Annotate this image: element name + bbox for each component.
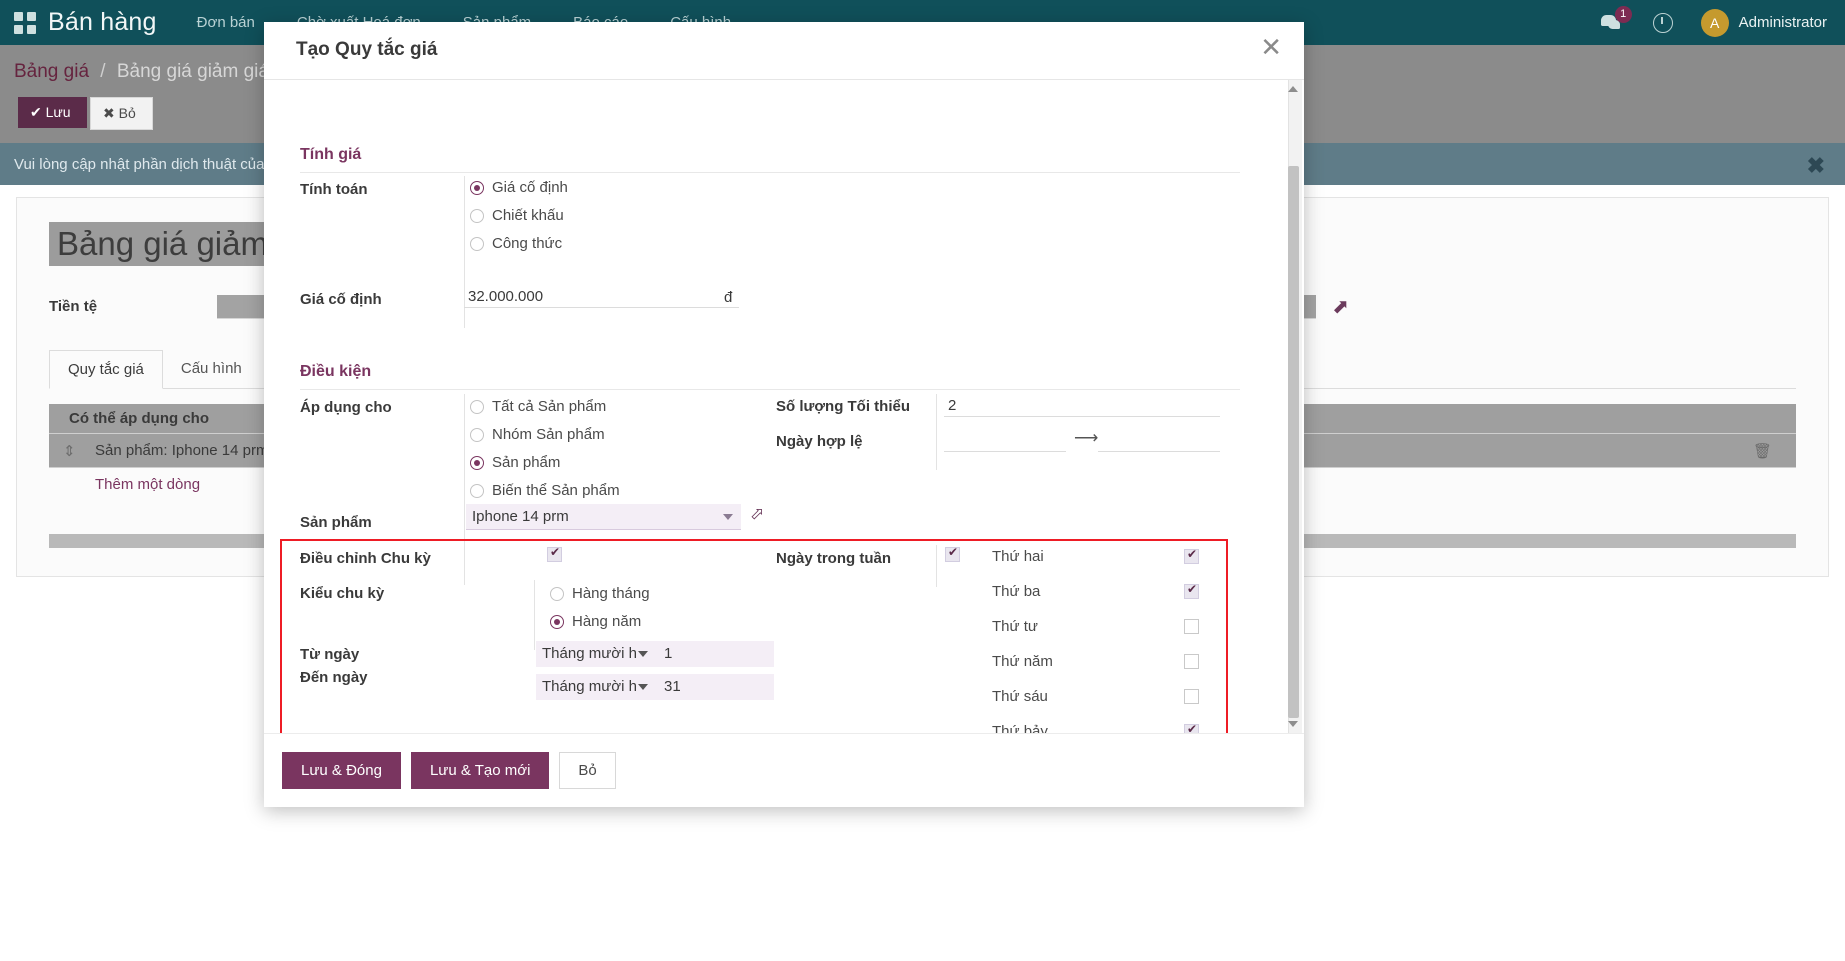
radio-chiet-khau[interactable] [470, 209, 484, 223]
arrow-right-icon: ⟶ [1074, 428, 1098, 448]
cycle-highlight-box [280, 539, 1228, 733]
radio-label-tat-ca-san-pham[interactable]: Tất cả Sản phẩm [492, 398, 606, 415]
radio-san-pham[interactable] [470, 456, 484, 470]
currency-symbol: đ [724, 289, 732, 306]
weekday-label-thu-bay: Thứ bảy [992, 723, 1048, 733]
product-label: Sản phẩm [300, 514, 372, 531]
field-separator-product [464, 508, 465, 548]
weekday-checkbox-thu-tu[interactable] [1184, 619, 1199, 634]
radio-label-gia-co-dinh[interactable]: Giá cố định [492, 179, 568, 196]
weekday-checkbox-thu-sau[interactable] [1184, 689, 1199, 704]
field-separator-cycle-type [534, 580, 535, 650]
weekday-label-thu-nam: Thứ năm [992, 653, 1053, 670]
adjust-cycle-checkbox[interactable] [547, 547, 562, 562]
valid-date-to-input[interactable] [1098, 430, 1220, 452]
dialog-header: Tạo Quy tắc giá ✕ [264, 22, 1304, 80]
radio-label-hang-nam[interactable]: Hàng năm [572, 613, 641, 630]
create-price-rule-dialog: Tạo Quy tắc giá ✕ Tính giá Tính toán Giá… [264, 22, 1304, 807]
close-icon[interactable]: ✕ [1260, 34, 1282, 60]
section-title-conditions: Điều kiện [300, 363, 371, 381]
min-qty-input[interactable] [944, 395, 1220, 417]
weekday-label-thu-sau: Thứ sáu [992, 688, 1048, 705]
radio-label-cong-thuc[interactable]: Công thức [492, 235, 562, 252]
chevron-down-icon[interactable] [638, 684, 648, 690]
to-day-value: 31 [664, 678, 681, 695]
to-day-input[interactable]: 31 [656, 674, 774, 700]
weekday-master-checkbox[interactable] [945, 547, 960, 562]
weekday-checkbox-thu-bay[interactable] [1184, 724, 1199, 733]
from-day-input[interactable]: 1 [656, 641, 774, 667]
radio-gia-co-dinh[interactable] [470, 181, 484, 195]
from-month-select[interactable]: Tháng mười h [536, 641, 656, 667]
to-date-label: Đến ngày [300, 669, 368, 686]
radio-hang-nam[interactable] [550, 615, 564, 629]
dialog-scrollbar[interactable] [1288, 80, 1302, 733]
scrollbar-thumb[interactable] [1288, 166, 1299, 718]
field-separator-adjust-cycle [464, 545, 465, 585]
fixed-price-label: Giá cố định [300, 291, 382, 308]
scroll-down-icon[interactable] [1288, 721, 1298, 727]
from-month-value: Tháng mười h [542, 645, 637, 662]
radio-tat-ca-san-pham[interactable] [470, 400, 484, 414]
valid-date-label: Ngày hợp lệ [776, 433, 863, 450]
cycle-type-label: Kiểu chu kỳ [300, 585, 384, 602]
from-day-value: 1 [664, 645, 672, 662]
dialog-footer: Lưu & Đóng Lưu & Tạo mới Bỏ [264, 733, 1304, 807]
product-dropdown-value: Iphone 14 prm [472, 508, 569, 525]
product-dropdown[interactable]: Iphone 14 prm [466, 504, 741, 530]
radio-nhom-san-pham[interactable] [470, 428, 484, 442]
save-and-close-button[interactable]: Lưu & Đóng [282, 752, 401, 789]
dialog-scroll-content: Tính giá Tính toán Giá cố định Chiết khấ… [264, 80, 1286, 733]
chevron-down-icon[interactable] [723, 514, 733, 520]
to-month-select[interactable]: Tháng mười h [536, 674, 656, 700]
apply-to-label: Áp dụng cho [300, 399, 392, 416]
weekday-label-thu-hai: Thứ hai [992, 548, 1044, 565]
dialog-discard-button[interactable]: Bỏ [559, 752, 615, 789]
fixed-price-input[interactable] [464, 286, 739, 308]
from-date-label: Từ ngày [300, 646, 359, 663]
radio-cong-thuc[interactable] [470, 237, 484, 251]
radio-label-hang-thang[interactable]: Hàng tháng [572, 585, 650, 602]
min-qty-label: Số lượng Tối thiểu [776, 398, 910, 415]
dialog-body: Tính giá Tính toán Giá cố định Chiết khấ… [264, 80, 1304, 733]
weekday-label-thu-ba: Thứ ba [992, 583, 1040, 600]
field-separator-min-qty [936, 394, 937, 470]
chevron-down-icon[interactable] [638, 651, 648, 657]
field-separator-compute [464, 176, 465, 286]
weekday-label-thu-tu: Thứ tư [992, 618, 1038, 635]
field-separator-weekday [936, 545, 937, 587]
product-external-link-icon[interactable]: ⬀ [750, 504, 764, 524]
section-divider-conditions [300, 389, 1240, 390]
radio-bien-the-san-pham[interactable] [470, 484, 484, 498]
weekday-checkbox-thu-nam[interactable] [1184, 654, 1199, 669]
weekday-checkbox-thu-ba[interactable] [1184, 584, 1199, 599]
valid-date-from-input[interactable] [944, 430, 1066, 452]
scroll-up-icon[interactable] [1288, 86, 1298, 92]
radio-label-chiet-khau[interactable]: Chiết khấu [492, 207, 564, 224]
to-month-value: Tháng mười h [542, 678, 637, 695]
radio-label-nhom-san-pham[interactable]: Nhóm Sản phẩm [492, 426, 605, 443]
section-divider-pricing [300, 172, 1240, 173]
weekday-label: Ngày trong tuần [776, 550, 891, 567]
section-title-pricing: Tính giá [300, 146, 361, 164]
weekday-checkbox-thu-hai[interactable] [1184, 549, 1199, 564]
radio-label-san-pham[interactable]: Sản phẩm [492, 454, 560, 471]
dialog-title: Tạo Quy tắc giá [296, 39, 437, 61]
compute-label: Tính toán [300, 181, 368, 198]
adjust-cycle-label: Điều chỉnh Chu kỳ [300, 550, 431, 567]
save-and-new-button[interactable]: Lưu & Tạo mới [411, 752, 549, 789]
radio-label-bien-the-san-pham[interactable]: Biến thể Sản phẩm [492, 482, 620, 499]
radio-hang-thang[interactable] [550, 587, 564, 601]
